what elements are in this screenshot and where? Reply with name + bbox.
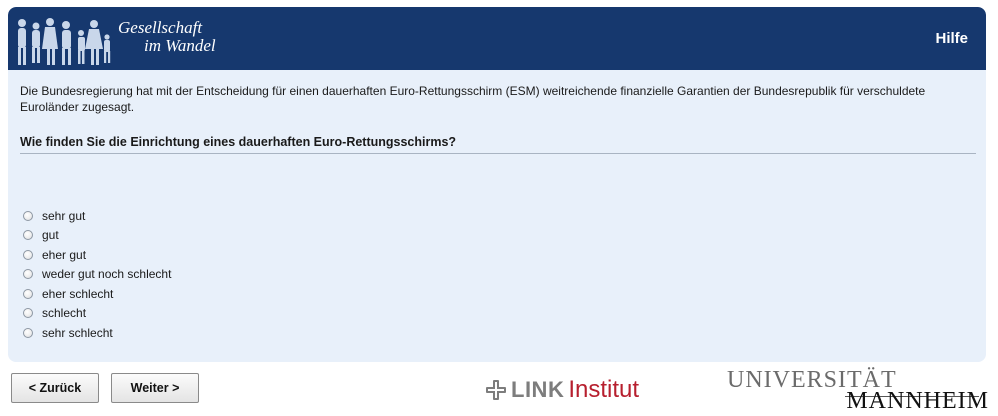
option-gut[interactable]: gut — [23, 226, 171, 246]
people-silhouettes-icon — [18, 18, 111, 65]
link-word: LINK — [511, 377, 565, 402]
project-logo: Gesellschaft im Wandel — [8, 7, 248, 70]
link-institut-text: Institut — [568, 376, 640, 403]
option-label: weder gut noch schlecht — [42, 267, 172, 282]
option-label: sehr schlecht — [42, 325, 113, 340]
back-button[interactable]: < Zurück — [11, 373, 99, 403]
help-link[interactable]: Hilfe — [935, 30, 968, 47]
divider — [20, 153, 976, 154]
uni-line2: MANNHEIM — [846, 388, 989, 414]
survey-panel: Gesellschaft im Wandel Hilfe Die Bundesr… — [8, 7, 986, 362]
radio-button[interactable] — [23, 230, 33, 241]
logo-line2: im Wandel — [144, 36, 216, 55]
option-label: eher schlecht — [42, 286, 114, 301]
option-label: sehr gut — [42, 208, 86, 223]
radio-button[interactable] — [23, 327, 33, 338]
option-weder-gut-noch-schlecht[interactable]: weder gut noch schlecht — [23, 265, 171, 285]
logo-line1: Gesellschaft — [118, 18, 203, 37]
radio-button[interactable] — [23, 249, 33, 260]
radio-button[interactable] — [23, 210, 33, 221]
link-cross-icon — [486, 380, 506, 400]
option-sehr-gut[interactable]: sehr gut — [23, 206, 171, 226]
header-bar: Gesellschaft im Wandel Hilfe — [8, 7, 986, 70]
university-mannheim-logo: UNIVERSITÄT MANNHEIM — [727, 367, 989, 414]
answer-options: sehr gut gut eher gut weder gut noch sch… — [23, 206, 171, 343]
next-button[interactable]: Weiter > — [111, 373, 199, 403]
intro-text: Die Bundesregierung hat mit der Entschei… — [20, 84, 926, 114]
option-eher-schlecht[interactable]: eher schlecht — [23, 284, 171, 304]
option-label: gut — [42, 228, 59, 243]
option-sehr-schlecht[interactable]: sehr schlecht — [23, 323, 171, 343]
radio-button[interactable] — [23, 288, 33, 299]
link-institut-logo: LINK Institut — [485, 376, 639, 404]
option-schlecht[interactable]: schlecht — [23, 304, 171, 324]
radio-button[interactable] — [23, 269, 33, 280]
radio-button[interactable] — [23, 308, 33, 319]
option-label: eher gut — [42, 247, 87, 262]
logo-title: Gesellschaft im Wandel — [118, 19, 216, 55]
option-label: schlecht — [42, 306, 87, 321]
option-eher-gut[interactable]: eher gut — [23, 245, 171, 265]
question-text: Wie finden Sie die Einrichtung eines dau… — [20, 135, 457, 149]
